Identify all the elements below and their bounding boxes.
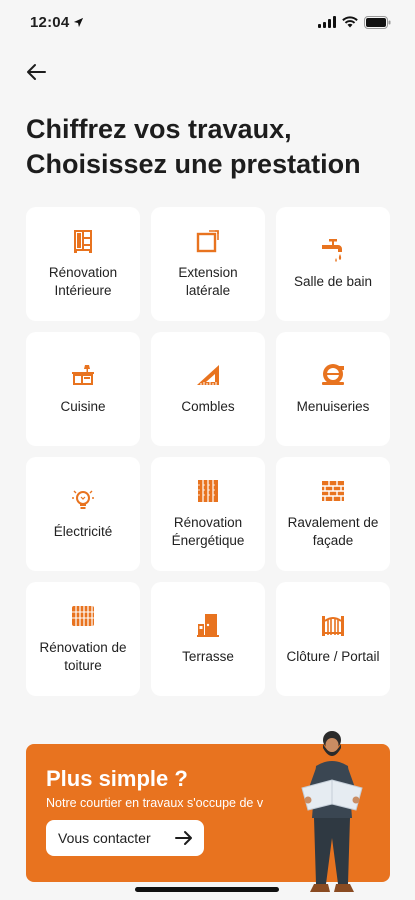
courier-illustration: [301, 731, 363, 892]
cabinet-icon: [70, 228, 96, 254]
tile-combles[interactable]: Combles: [151, 332, 265, 446]
tile-label: Rénovation Intérieure: [48, 265, 118, 298]
status-icons: [318, 15, 391, 29]
banner-subtitle: Notre courtier en travaux s'occupe de v: [46, 796, 264, 810]
set-square-icon: [195, 362, 221, 388]
roof-icon: [70, 603, 96, 629]
tile-ravalement-facade[interactable]: Ravalement de façade: [276, 457, 390, 571]
brick-wall-icon: [320, 478, 346, 504]
banner-title: Plus simple ?: [46, 766, 188, 791]
tile-renovation-toiture[interactable]: Rénovation de toiture: [26, 582, 140, 696]
contact-button-label: Vous contacter: [58, 830, 151, 846]
contact-button[interactable]: Vous contacter: [46, 820, 204, 856]
signal-icon: [318, 16, 336, 28]
tile-label: Rénovation de toiture: [39, 640, 127, 673]
time-text: 12:04: [30, 13, 70, 31]
window-icon: [320, 362, 346, 388]
tile-salle-de-bain[interactable]: Salle de bain: [276, 207, 390, 321]
tile-label: Terrasse: [182, 649, 234, 664]
tile-label: Combles: [181, 399, 235, 414]
tile-cloture-portail[interactable]: Clôture / Portail: [276, 582, 390, 696]
tile-menuiseries[interactable]: Menuiseries: [276, 332, 390, 446]
tile-label: Menuiseries: [296, 399, 370, 414]
arrow-right-icon: [175, 831, 192, 845]
tile-label: Clôture / Portail: [286, 649, 380, 664]
location-arrow-icon: [74, 17, 84, 27]
tile-renovation-interieure[interactable]: Rénovation Intérieure: [26, 207, 140, 321]
extension-icon: [195, 228, 221, 254]
tile-terrasse[interactable]: Terrasse: [151, 582, 265, 696]
tile-cuisine[interactable]: Cuisine: [26, 332, 140, 446]
title-line-1: Chiffrez vos travaux,: [26, 114, 292, 144]
kitchen-icon: [70, 362, 96, 388]
home-indicator: [135, 887, 279, 892]
lightbulb-icon: [70, 487, 96, 513]
tile-label: Électricité: [53, 524, 113, 539]
tile-electricite[interactable]: Électricité: [26, 457, 140, 571]
page-title: Chiffrez vos travaux, Choisissez une pre…: [26, 112, 396, 182]
door-icon: [195, 612, 221, 638]
status-time: 12:04: [30, 14, 84, 31]
service-grid: Rénovation Intérieure Extension latérale…: [26, 207, 390, 696]
battery-icon: [364, 15, 391, 29]
tile-label: Ravalement de façade: [287, 515, 379, 548]
tile-renovation-energetique[interactable]: Rénovation Énergétique: [151, 457, 265, 571]
tile-label: Cuisine: [60, 399, 106, 414]
tile-label: Rénovation Énergétique: [171, 515, 245, 548]
back-button[interactable]: [22, 58, 50, 86]
faucet-icon: [320, 237, 346, 263]
wifi-icon: [342, 16, 358, 28]
tile-extension-laterale[interactable]: Extension latérale: [151, 207, 265, 321]
title-line-2: Choisissez une prestation: [26, 149, 361, 179]
insulation-icon: [195, 478, 221, 504]
tile-label: Extension latérale: [178, 265, 238, 298]
arrow-left-icon: [27, 64, 46, 80]
gate-icon: [320, 612, 346, 638]
status-bar: 12:04: [0, 0, 415, 44]
tile-label: Salle de bain: [293, 274, 373, 289]
